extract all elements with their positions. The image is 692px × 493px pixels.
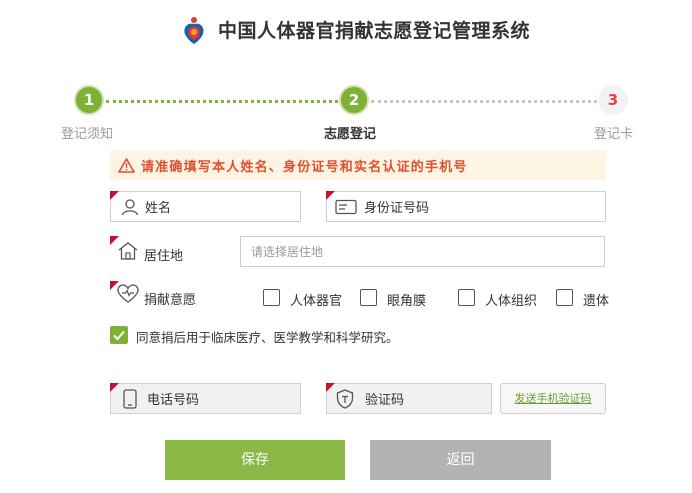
step-1-label: 登记须知 bbox=[61, 127, 114, 142]
required-marker bbox=[110, 383, 119, 392]
step-connector-1 bbox=[106, 100, 338, 103]
id-number-label: 身份证号码 bbox=[364, 201, 430, 216]
step-3-label: 登记卡 bbox=[594, 127, 634, 142]
shield-icon bbox=[336, 388, 354, 409]
agree-text: 同意捐后用于临床医疗、医学教学和科学研究。 bbox=[136, 330, 399, 345]
page-title: 中国人体器官捐献志愿登记管理系统 bbox=[218, 20, 531, 42]
residence-label: 居住地 bbox=[144, 249, 184, 264]
checkbox-tissue-label: 人体组织 bbox=[485, 294, 538, 309]
check-icon bbox=[113, 330, 125, 341]
required-marker bbox=[110, 191, 119, 200]
phone-label: 电话号码 bbox=[147, 393, 200, 408]
heart-icon bbox=[117, 284, 139, 303]
warning-text: 请准确填写本人姓名、身份证号和实名认证的手机号 bbox=[141, 159, 468, 175]
step-3-circle: 3 bbox=[598, 85, 628, 115]
id-card-icon bbox=[335, 199, 357, 214]
checkbox-body-label: 遗体 bbox=[583, 294, 610, 309]
name-label: 姓名 bbox=[145, 201, 172, 216]
agree-checkbox[interactable] bbox=[110, 326, 128, 344]
save-button[interactable]: 保存 bbox=[165, 440, 345, 480]
intent-label: 捐献意愿 bbox=[144, 293, 197, 308]
user-icon bbox=[121, 198, 139, 215]
name-field[interactable]: 姓名 bbox=[110, 191, 301, 222]
step-1-circle: 1 bbox=[74, 85, 104, 115]
code-label: 验证码 bbox=[365, 393, 405, 408]
send-code-button[interactable]: 发送手机验证码 bbox=[500, 383, 606, 414]
phone-icon bbox=[123, 388, 137, 409]
step-2-circle: 2 bbox=[339, 85, 369, 115]
required-marker bbox=[326, 191, 335, 200]
residence-placeholder: 请选择居住地 bbox=[251, 245, 324, 259]
code-field[interactable]: 验证码 bbox=[326, 383, 492, 414]
residence-select[interactable]: 请选择居住地 bbox=[240, 236, 605, 267]
step-2-label: 志愿登记 bbox=[324, 127, 377, 142]
warning-banner: 请准确填写本人姓名、身份证号和实名认证的手机号 bbox=[110, 150, 606, 180]
phone-field[interactable]: 电话号码 bbox=[110, 383, 301, 414]
logo-icon bbox=[184, 17, 204, 44]
checkbox-cornea[interactable] bbox=[360, 289, 377, 306]
step-connector-2 bbox=[371, 100, 597, 103]
id-number-field[interactable]: 身份证号码 bbox=[326, 191, 606, 222]
checkbox-organ-label: 人体器官 bbox=[290, 294, 343, 309]
checkbox-body[interactable] bbox=[556, 289, 573, 306]
required-marker bbox=[326, 383, 335, 392]
checkbox-tissue[interactable] bbox=[458, 289, 475, 306]
back-button[interactable]: 返回 bbox=[370, 440, 551, 480]
checkbox-organ[interactable] bbox=[263, 289, 280, 306]
warning-icon bbox=[118, 157, 135, 173]
checkbox-cornea-label: 眼角膜 bbox=[387, 294, 427, 309]
home-icon bbox=[118, 242, 138, 260]
